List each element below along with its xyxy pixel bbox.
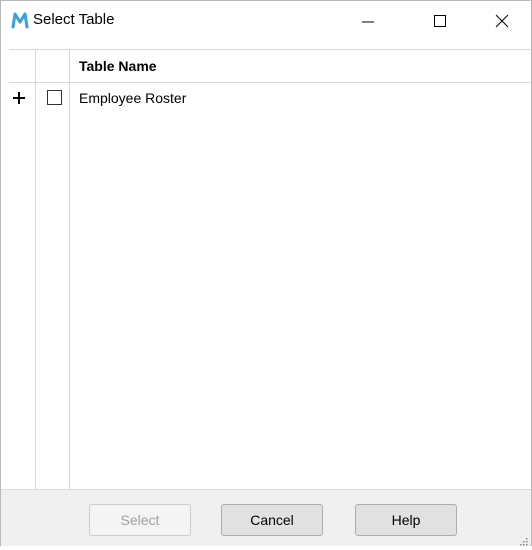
- title-bar[interactable]: Select Table: [1, 1, 531, 41]
- close-button[interactable]: [479, 1, 525, 41]
- minimize-button[interactable]: [345, 1, 391, 41]
- cancel-button[interactable]: Cancel: [221, 504, 323, 536]
- dialog-footer: Select Cancel Help: [1, 489, 531, 546]
- maximize-button[interactable]: [417, 1, 463, 41]
- column-divider: [69, 50, 70, 490]
- resize-grip-icon[interactable]: [519, 534, 529, 546]
- grid-header: Table Name: [9, 50, 531, 83]
- table-name-cell[interactable]: Employee Roster: [79, 90, 186, 106]
- select-button[interactable]: Select: [89, 504, 191, 536]
- select-table-dialog: Select Table Table Name Employee Roster …: [0, 0, 532, 546]
- minimize-icon: [361, 14, 375, 28]
- table-grid: Table Name Employee Roster: [9, 49, 531, 490]
- help-button[interactable]: Help: [355, 504, 457, 536]
- row-checkbox[interactable]: [47, 90, 62, 105]
- window-title: Select Table: [33, 11, 115, 28]
- plus-icon[interactable]: [12, 91, 26, 105]
- m-logo-icon: [11, 11, 29, 29]
- table-row[interactable]: Employee Roster: [9, 83, 531, 113]
- column-divider: [35, 50, 36, 490]
- column-header-table-name[interactable]: Table Name: [79, 58, 157, 74]
- maximize-icon: [433, 14, 447, 28]
- close-icon: [495, 14, 509, 28]
